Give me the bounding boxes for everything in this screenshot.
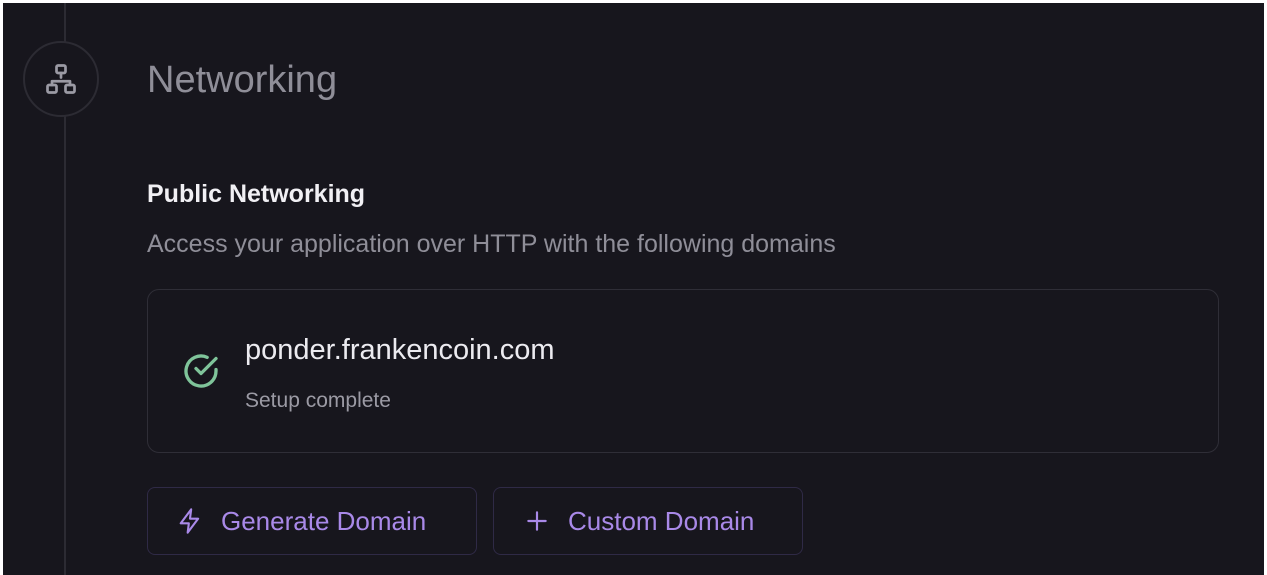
domain-name[interactable]: ponder.frankencoin.com bbox=[245, 332, 555, 368]
lightning-icon bbox=[175, 506, 205, 536]
custom-domain-label: Custom Domain bbox=[568, 505, 755, 536]
generate-domain-button[interactable]: Generate Domain bbox=[147, 487, 477, 555]
generate-domain-label: Generate Domain bbox=[221, 505, 427, 536]
networking-panel: Networking Public Networking Access your… bbox=[3, 3, 1264, 575]
domain-status: Setup complete bbox=[245, 389, 391, 412]
section-title: Networking bbox=[147, 59, 338, 101]
plus-icon bbox=[522, 506, 552, 536]
custom-domain-button[interactable]: Custom Domain bbox=[493, 487, 803, 555]
public-networking-description: Access your application over HTTP with t… bbox=[147, 230, 836, 258]
public-networking-title: Public Networking bbox=[147, 180, 366, 208]
network-icon bbox=[46, 64, 76, 94]
network-icon-badge bbox=[23, 41, 99, 117]
domain-card[interactable]: ponder.frankencoin.com Setup complete bbox=[147, 289, 1219, 453]
check-circle-icon bbox=[184, 354, 218, 388]
